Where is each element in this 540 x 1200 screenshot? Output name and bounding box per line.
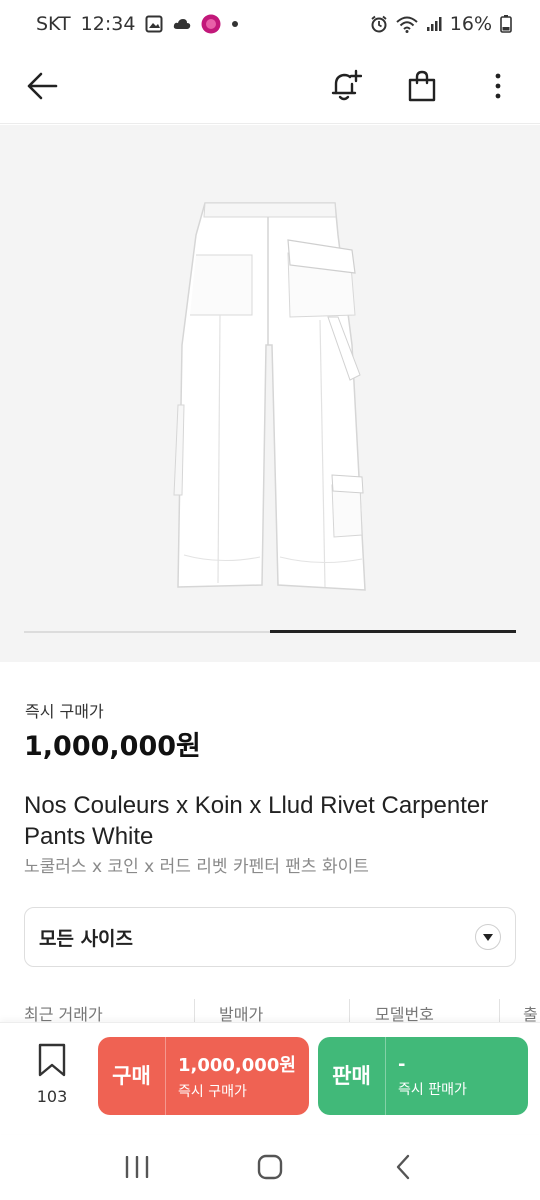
sell-label: 판매 xyxy=(318,1037,386,1115)
product-image xyxy=(173,202,366,591)
gallery-pager xyxy=(24,630,516,633)
bookmark-count: 103 xyxy=(36,1087,68,1106)
caret-down-icon xyxy=(475,924,501,950)
status-bar: SKT 12:34 16% xyxy=(0,0,540,48)
header-actions xyxy=(326,66,518,106)
battery-icon xyxy=(500,15,512,33)
shopping-bag-icon[interactable] xyxy=(402,66,442,106)
sell-button[interactable]: 판매 - 즉시 판매가 xyxy=(318,1037,528,1115)
status-left: SKT 12:34 xyxy=(36,13,239,35)
app-badge-icon xyxy=(201,14,221,34)
instant-buy-price: 1,000,000원 xyxy=(24,731,201,762)
bookmark-icon xyxy=(37,1043,67,1081)
home-icon[interactable] xyxy=(250,1147,290,1187)
clock: 12:34 xyxy=(80,13,136,35)
buy-info: 1,000,000원 즉시 구매가 xyxy=(166,1051,296,1101)
size-select-label: 모든 사이즈 xyxy=(39,927,134,950)
buy-button[interactable]: 구매 1,000,000원 즉시 구매가 xyxy=(98,1037,309,1115)
dot-icon xyxy=(231,20,239,28)
battery-percent: 16% xyxy=(449,13,492,35)
bottom-action-bar: 103 구매 1,000,000원 즉시 구매가 판매 - 즉시 판매가 xyxy=(0,1022,540,1134)
app-header xyxy=(0,48,540,124)
alarm-icon xyxy=(370,15,388,33)
bookmark-button[interactable]: 103 xyxy=(24,1043,80,1106)
product-image-gallery[interactable] xyxy=(0,125,540,662)
more-vertical-icon[interactable] xyxy=(478,66,518,106)
carrier-label: SKT xyxy=(36,13,71,35)
sell-price: - xyxy=(398,1053,406,1075)
image-icon xyxy=(145,15,163,33)
back-icon[interactable] xyxy=(383,1147,423,1187)
size-select[interactable]: 모든 사이즈 xyxy=(24,907,516,967)
recents-icon[interactable] xyxy=(117,1147,157,1187)
buy-label: 구매 xyxy=(98,1037,166,1115)
product-title: Nos Couleurs x Koin x Llud Rivet Carpent… xyxy=(24,792,489,850)
bell-plus-icon[interactable] xyxy=(326,66,366,106)
buy-price: 1,000,000원 xyxy=(178,1055,296,1076)
sell-sub-label: 즉시 판매가 xyxy=(398,1081,467,1098)
status-right: 16% xyxy=(370,13,512,35)
sell-info: - 즉시 판매가 xyxy=(386,1054,467,1099)
instant-buy-price-label: 즉시 구매가 xyxy=(25,702,104,721)
gallery-pager-indicator xyxy=(270,630,516,633)
buy-sub-label: 즉시 구매가 xyxy=(178,1084,247,1100)
cloud-icon xyxy=(173,17,191,31)
product-subtitle: 노쿨러스 x 코인 x 러드 리벳 카펜터 팬츠 화이트 xyxy=(24,857,369,877)
back-arrow-icon[interactable] xyxy=(22,66,62,106)
wifi-icon xyxy=(396,15,418,33)
signal-icon xyxy=(426,16,442,32)
system-nav-bar xyxy=(0,1134,540,1200)
